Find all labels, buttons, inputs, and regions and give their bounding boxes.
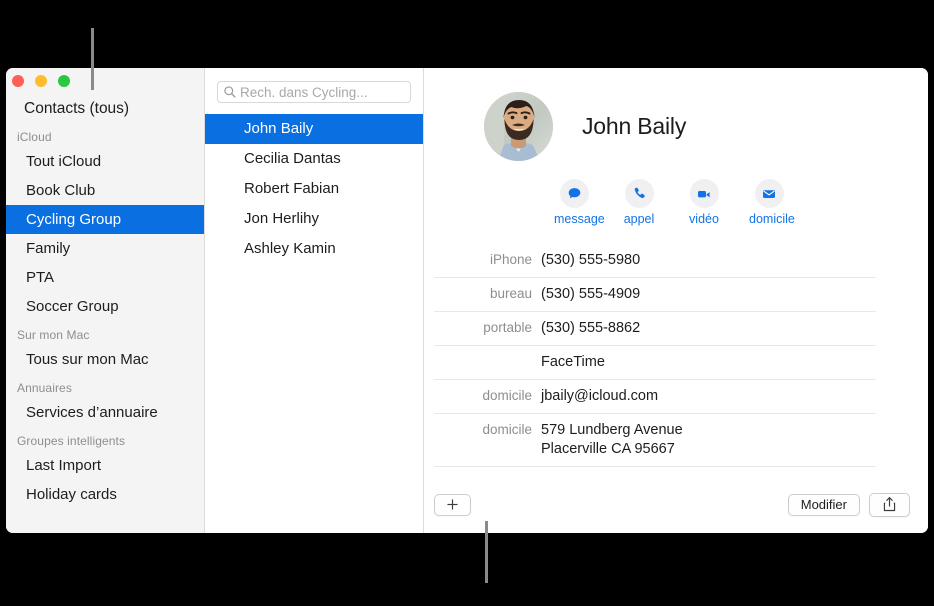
field-value: 579 Lundberg Avenue Placerville CA 95667 <box>541 422 683 457</box>
field-value: FaceTime <box>541 354 605 370</box>
list-item[interactable]: Cecilia Dantas <box>205 144 423 174</box>
bottom-toolbar: Modifier <box>424 476 928 533</box>
message-bubble-icon <box>559 179 589 208</box>
callout-line-bottom <box>485 521 488 583</box>
sidebar-item-pta[interactable]: PTA <box>6 263 204 292</box>
contact-list-pane: Rech. dans Cycling... John Baily Cecilia… <box>205 68 424 533</box>
field-value: jbaily@icloud.com <box>541 388 659 404</box>
sidebar-item-tous-sur-mon-mac[interactable]: Tous sur mon Mac <box>6 345 204 374</box>
field-value: (530) 555-8862 <box>541 320 641 336</box>
field-value: (530) 555-4909 <box>541 286 641 302</box>
field-label <box>434 353 541 354</box>
contact-fields: iPhone (530) 555-5980 bureau (530) 555-4… <box>424 244 928 467</box>
call-action-label: appel <box>623 212 655 226</box>
list-item[interactable]: Robert Fabian <box>205 174 423 204</box>
search-container: Rech. dans Cycling... <box>205 68 423 114</box>
field-row-email[interactable]: domicile jbaily@icloud.com <box>434 380 876 414</box>
field-label: domicile <box>482 422 532 437</box>
field-value: (530) 555-5980 <box>541 252 641 268</box>
phone-icon <box>624 179 654 208</box>
envelope-icon <box>754 179 784 208</box>
window-close-button[interactable] <box>12 75 24 87</box>
sidebar-item-tout-icloud[interactable]: Tout iCloud <box>6 147 204 176</box>
video-camera-icon <box>689 179 719 208</box>
list-item[interactable]: John Baily <box>205 114 423 144</box>
search-icon <box>224 86 236 98</box>
plus-icon <box>447 499 458 510</box>
sidebar-item-cycling-group[interactable]: Cycling Group <box>6 205 204 234</box>
edit-button[interactable]: Modifier <box>787 493 860 516</box>
quick-action-row: message appel vidéo domicile <box>424 179 928 226</box>
add-contact-button[interactable] <box>434 493 471 516</box>
sidebar-item-services-annuaire[interactable]: Services d’annuaire <box>6 398 204 427</box>
window-zoom-button[interactable] <box>58 75 70 87</box>
contact-detail-pane: John Baily message appel vidéo domicile … <box>424 68 928 533</box>
field-label: bureau <box>489 286 532 301</box>
sidebar: Contacts (tous) iCloud Tout iCloud Book … <box>6 68 205 533</box>
message-action-label: message <box>554 212 605 226</box>
message-action-button[interactable]: message <box>554 179 605 226</box>
contacts-window: Contacts (tous) iCloud Tout iCloud Book … <box>6 68 928 533</box>
email-action-label: domicile <box>749 212 795 226</box>
search-input[interactable]: Rech. dans Cycling... <box>217 81 411 103</box>
video-action-label: vidéo <box>689 212 719 226</box>
page-title: John Baily <box>582 113 687 139</box>
list-item[interactable]: Ashley Kamin <box>205 234 423 264</box>
sidebar-item-soccer-group[interactable]: Soccer Group <box>6 292 204 321</box>
video-action-button[interactable]: vidéo <box>684 179 724 226</box>
sidebar-item-family[interactable]: Family <box>6 234 204 263</box>
field-row-facetime[interactable]: FaceTime <box>434 346 876 380</box>
list-item[interactable]: Jon Herlihy <box>205 204 423 234</box>
sidebar-item-all-contacts[interactable]: Contacts (tous) <box>6 94 204 123</box>
field-row-portable[interactable]: portable (530) 555-8862 <box>434 312 876 346</box>
field-row-iphone[interactable]: iPhone (530) 555-5980 <box>434 244 876 278</box>
avatar[interactable] <box>484 92 553 161</box>
share-icon <box>883 497 896 512</box>
contact-card-header: John Baily <box>424 92 928 161</box>
field-label: portable <box>483 320 532 335</box>
sidebar-section-annuaires: Annuaires <box>17 381 72 395</box>
field-row-address[interactable]: domicile 579 Lundberg Avenue Placerville… <box>434 414 876 467</box>
field-label: domicile <box>482 388 532 403</box>
sidebar-item-book-club[interactable]: Book Club <box>6 176 204 205</box>
share-button[interactable] <box>869 492 910 517</box>
field-row-bureau[interactable]: bureau (530) 555-4909 <box>434 278 876 312</box>
call-action-button[interactable]: appel <box>619 179 659 226</box>
sidebar-section-groupes-intelligents: Groupes intelligents <box>17 434 126 448</box>
email-action-button[interactable]: domicile <box>749 179 795 226</box>
search-placeholder: Rech. dans Cycling... <box>240 84 368 100</box>
sidebar-item-holiday-cards[interactable]: Holiday cards <box>6 480 204 509</box>
window-minimize-button[interactable] <box>35 75 47 87</box>
callout-line-top <box>91 28 94 90</box>
sidebar-item-last-import[interactable]: Last Import <box>6 451 204 480</box>
field-label: iPhone <box>489 252 532 267</box>
sidebar-section-icloud: iCloud <box>17 130 52 144</box>
sidebar-section-sur-mon-mac: Sur mon Mac <box>17 328 90 342</box>
